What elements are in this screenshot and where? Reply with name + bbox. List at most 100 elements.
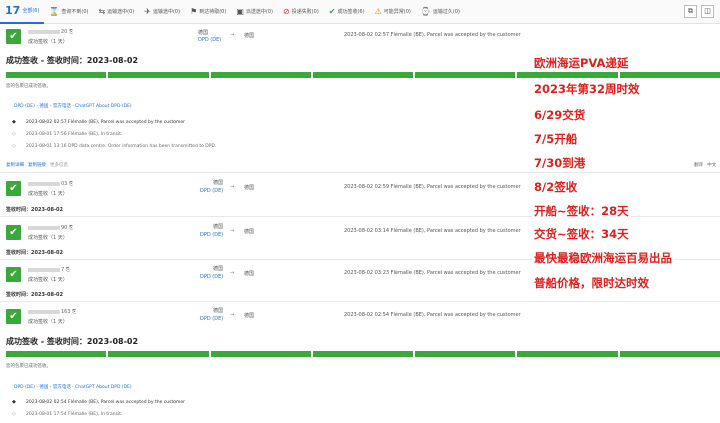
status-text: 成功签收（1 天）: [28, 235, 68, 241]
promo-line: 7/30到港: [532, 155, 588, 171]
promo-line: 8/2签收: [532, 179, 580, 195]
check-icon: ✔: [328, 6, 336, 16]
latest-event: 2023-08-02 03:23 Flémalle (BE), Parcel w…: [344, 270, 521, 276]
delivery-note: 您的包裹已成功签收。: [6, 84, 51, 89]
event-dot-icon: ◇: [12, 131, 16, 137]
status-text: 成功签收（1 天）: [28, 277, 68, 283]
delivered-check-icon: ✔: [6, 29, 21, 44]
delivered-check-icon: ✔: [6, 267, 21, 282]
sign-time: 签收时间：2023-08-02: [6, 250, 63, 256]
event-item: 2023-08-02 02:54 Flémalle (BE), Parcel w…: [26, 400, 185, 405]
tracking-number[interactable]: 03 ⎘: [28, 181, 73, 187]
promo-line: 2023年第32周时效: [532, 81, 642, 97]
delivery-title: 成功签收 - 签收时间：2023-08-02: [6, 337, 139, 346]
copy-link[interactable]: 复制链接: [28, 162, 46, 168]
tracking-number[interactable]: 90 ⎘: [28, 225, 73, 231]
event-item: 2023-08-01 13:16 DPD data centre. Order …: [26, 144, 217, 149]
expand-icon[interactable]: ◫: [701, 5, 714, 18]
warning-icon: ⚠: [374, 6, 382, 16]
status-text: 成功签收（1 天）: [28, 319, 68, 325]
more-info-link[interactable]: 更多信息: [50, 162, 68, 168]
transfer-icon: ⇆: [98, 6, 106, 16]
progress-bar: [6, 72, 720, 78]
origin-country: 德国: [213, 266, 224, 272]
carrier-link[interactable]: DPD (DE): [200, 274, 223, 280]
carrier-link[interactable]: DPD (DE): [200, 232, 223, 238]
status-tabs: 17 全部(6) ⌛ 查询不到(0) ⇆ 运输途中(0) ✈ 运输途中(0) ⚑ 到达待取…: [0, 0, 720, 24]
tab-in-transit[interactable]: ⇆ 运输途中(0): [93, 0, 139, 24]
origin-country: 德国: [213, 180, 224, 186]
copy-icon[interactable]: ⧉: [684, 5, 697, 18]
calendar-icon: 17: [5, 3, 21, 17]
delivered-check-icon: ✔: [6, 181, 21, 196]
truck-icon: ▣: [236, 6, 244, 16]
carrier-link[interactable]: DPD (DE): [200, 188, 223, 194]
tab-not-found[interactable]: ⌛ 查询不到(0): [44, 0, 93, 24]
event-dot-icon: ◆: [12, 119, 16, 125]
promo-line: 开船~签收：28天: [532, 203, 631, 219]
destination-country: 德国: [244, 185, 255, 191]
tracking-number[interactable]: 7 ⎘: [28, 267, 70, 273]
sign-time: 签收时间：2023-08-02: [6, 207, 63, 213]
event-item: 2023-08-02 02:57 Flémalle (BE), Parcel w…: [26, 120, 185, 125]
arrow-icon: →: [230, 312, 235, 318]
promo-line: 普船价格，限时达时效: [532, 275, 651, 291]
event-dot-icon: ◇: [12, 143, 16, 149]
divider: [0, 172, 720, 173]
destination-country: 德国: [244, 271, 255, 277]
latest-event: 2023-08-02 02:59 Flémalle (BE), Parcel w…: [344, 184, 521, 190]
latest-event: 2023-08-02 02:54 Flémalle (BE), Parcel w…: [344, 312, 521, 318]
status-text: 成功签收（1 天）: [28, 191, 68, 197]
promo-line: 7/5开船: [532, 131, 580, 147]
tab-exception[interactable]: ⚠ 可能异常(0): [370, 0, 416, 24]
sign-time: 签收时间：2023-08-02: [6, 292, 63, 298]
tracking-row[interactable]: ✔ 163 ⎘ 成功签收（1 天） 德国 DPD (DE) → 德国 2023-…: [0, 306, 720, 330]
tab-all[interactable]: 17 全部(6): [0, 0, 45, 24]
origin-country: 德国: [213, 224, 224, 230]
plane-icon: ✈: [144, 6, 151, 16]
origin-country: 德国: [213, 308, 224, 314]
tracking-row[interactable]: ✔ 03 ⎘ 成功签收（1 天） 德国 DPD (DE) → 德国 2023-0…: [0, 178, 720, 202]
promo-line: 欧洲海运PVA递延: [532, 55, 631, 71]
arrow-icon: →: [230, 184, 235, 190]
translate-link[interactable]: 翻译 · 中文: [694, 162, 716, 168]
tracking-number[interactable]: 163 ⎘: [28, 309, 76, 315]
tracking-number[interactable]: 20 ⎘: [28, 29, 73, 35]
progress-bar: [6, 351, 720, 357]
latest-event: 2023-08-02 02:57 Flémalle (BE), Parcel w…: [344, 32, 521, 38]
latest-event: 2023-08-02 03:14 Flémalle (BE), Parcel w…: [344, 228, 521, 234]
status-text: 成功签收（1 天）: [28, 39, 68, 45]
carrier-link[interactable]: DPD (DE): [200, 316, 223, 322]
carrier-link[interactable]: DPD (DE): [198, 37, 221, 43]
tab-pickup[interactable]: ⚑ 到达待取(0): [185, 0, 231, 24]
destination-country: 德国: [244, 313, 255, 319]
flag-icon: ⚑: [190, 6, 198, 16]
tab-delivered[interactable]: ✔ 成功签收(6): [324, 0, 370, 24]
tab-failed[interactable]: ⊘ 投递失败(0): [278, 0, 324, 24]
clock-icon: ⌚: [420, 6, 431, 16]
event-item: 2023-08-01 17:56 Flémalle (BE), In trans…: [26, 132, 123, 137]
arrow-icon: →: [230, 270, 235, 276]
delivery-title: 成功签收 - 签收时间：2023-08-02: [6, 56, 139, 65]
origin-country: 德国: [198, 30, 209, 36]
arrow-icon: →: [230, 32, 235, 38]
arrow-icon: →: [230, 228, 235, 234]
tab-shipping[interactable]: ✈ 运输途中(0): [139, 0, 185, 24]
hourglass-icon: ⌛: [49, 6, 60, 16]
destination-country: 德国: [244, 229, 255, 235]
provider-line: DPD (DE) - 德国 - 官方电话 · ChatGPT About DPD…: [14, 385, 132, 390]
copy-details-link[interactable]: 复制详细: [6, 162, 24, 168]
delivered-check-icon: ✔: [6, 225, 21, 240]
divider: [0, 301, 720, 302]
delivered-check-icon: ✔: [6, 309, 21, 324]
event-item: 2023-08-01 17:54 Flémalle (BE), In trans…: [26, 412, 123, 417]
promo-line: 交货~签收：34天: [532, 226, 631, 242]
promo-line: 6/29交货: [532, 107, 588, 123]
tab-delivering[interactable]: ▣ 派送途中(0): [231, 0, 278, 24]
event-dot-icon: ◇: [12, 411, 16, 417]
event-dot-icon: ◆: [12, 399, 16, 405]
promo-line: 最快最稳欧洲海运百易出品: [532, 250, 674, 266]
tracking-row[interactable]: ✔ 20 ⎘ 成功签收（1 天） 德国 DPD (DE) → 德国 2023-0…: [0, 26, 720, 50]
delivery-note: 您的包裹已成功签收。: [6, 364, 51, 369]
tab-too-long[interactable]: ⌚ 运输过久(0): [416, 0, 465, 24]
